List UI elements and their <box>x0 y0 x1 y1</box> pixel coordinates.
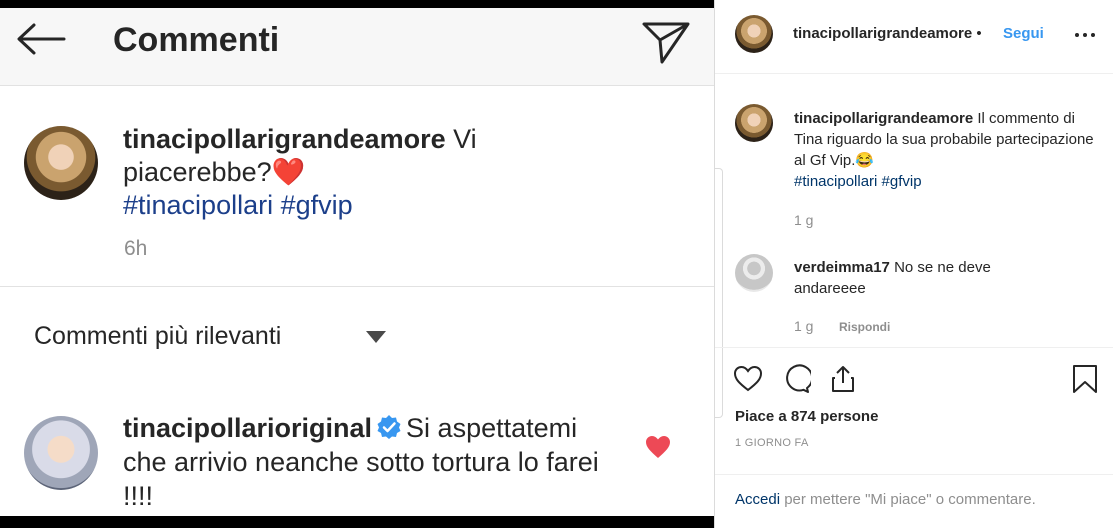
post-header: tinacipollarigrandeamore • Segui <box>715 0 1113 74</box>
post-caption-text: tinacipollarigrandeamore Vi piacerebbe?❤… <box>123 123 543 222</box>
liked-heart-icon[interactable] <box>645 435 671 459</box>
avatar[interactable] <box>735 104 773 142</box>
comment-text: tinacipollarioriginal Si aspettatemi che … <box>123 411 623 513</box>
share-icon[interactable] <box>828 364 858 394</box>
post-caption: tinacipollarigrandeamore Vi piacerebbe?❤… <box>0 87 714 287</box>
header-username: tinacipollarigrandeamore • <box>793 25 982 42</box>
like-heart-icon[interactable] <box>733 364 763 394</box>
more-options-icon[interactable] <box>1073 25 1097 45</box>
verified-badge-icon <box>377 415 401 439</box>
reply-button[interactable]: Rispondi <box>839 320 890 334</box>
chevron-down-icon[interactable] <box>366 331 386 343</box>
avatar[interactable] <box>735 254 773 292</box>
comment-username[interactable]: tinacipollarioriginal <box>123 413 372 443</box>
caption-timestamp[interactable]: 1 g <box>794 212 813 228</box>
post-timestamp: 6h <box>124 237 148 260</box>
page-title: Commenti <box>113 21 280 59</box>
caption-text: tinacipollarigrandeamore Il commento di … <box>794 108 1094 192</box>
send-icon[interactable] <box>640 18 692 66</box>
caption-username[interactable]: tinacipollarigrandeamore <box>794 110 973 127</box>
avatar[interactable] <box>24 126 98 200</box>
likes-count[interactable]: Piace a 874 persone <box>735 408 878 425</box>
comment-icon[interactable] <box>781 364 811 394</box>
comment-item: tinacipollarioriginal Si aspettatemi che … <box>0 408 714 516</box>
login-message: per mettere "Mi piace" o commentare. <box>780 491 1036 508</box>
comment-timestamp[interactable]: 1 g <box>794 318 813 334</box>
comments-list: tinacipollarigrandeamore Il commento di … <box>715 74 1113 418</box>
post-hashtags[interactable]: #tinacipollari #gfvip <box>123 190 353 220</box>
login-prompt: Accedi per mettere "Mi piace" o commenta… <box>715 474 1113 528</box>
avatar[interactable] <box>735 15 773 53</box>
comment-text: verdeimma17 No se ne deve andareeee <box>794 257 1034 299</box>
bookmark-icon[interactable] <box>1070 364 1100 394</box>
phone-header: Commenti <box>0 8 714 86</box>
caption-hashtags[interactable]: #tinacipollari #gfvip <box>794 173 922 190</box>
header-username-link[interactable]: tinacipollarigrandeamore <box>793 25 972 42</box>
post-side-panel: tinacipollarigrandeamore • Segui tinacip… <box>714 0 1113 528</box>
post-date[interactable]: 1 GIORNO FA <box>735 437 809 449</box>
sort-dropdown-label[interactable]: Commenti più rilevanti <box>34 322 281 351</box>
comment-username[interactable]: verdeimma17 <box>794 259 890 276</box>
back-arrow-icon[interactable] <box>14 22 68 56</box>
post-actions: Piace a 874 persone 1 GIORNO FA Accedi p… <box>715 347 1113 528</box>
phone-screenshot: Commenti tinacipollarigrandeamore Vi pia… <box>0 8 714 516</box>
post-username[interactable]: tinacipollarigrandeamore <box>123 124 446 154</box>
login-link[interactable]: Accedi <box>735 491 780 508</box>
login-text: Accedi per mettere "Mi piace" o commenta… <box>735 491 1036 508</box>
avatar[interactable] <box>24 416 98 490</box>
heart-emoji: ❤️ <box>271 157 306 187</box>
separator-dot: • <box>972 25 982 42</box>
follow-button[interactable]: Segui <box>1003 25 1044 42</box>
